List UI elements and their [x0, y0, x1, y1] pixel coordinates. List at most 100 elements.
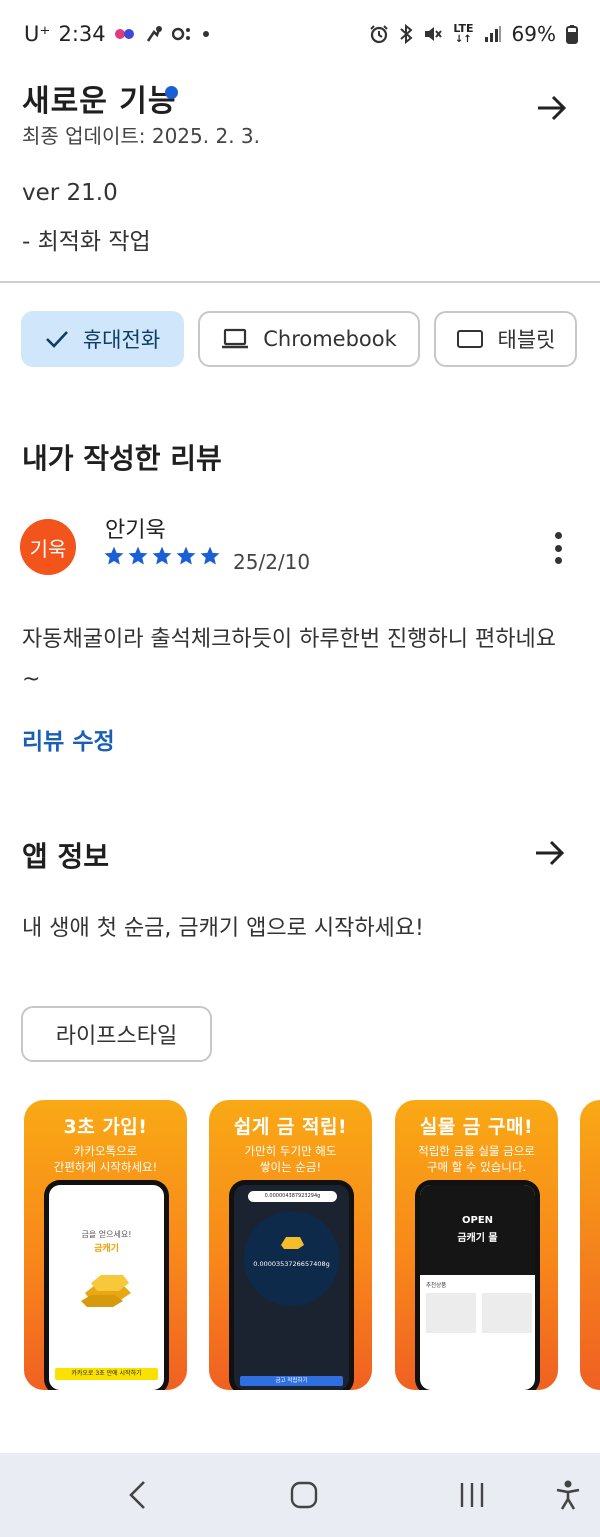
screenshot-sub-line: 카카오톡으로: [73, 1144, 138, 1158]
edit-review-link[interactable]: 리뷰 수정: [22, 722, 115, 756]
mining-circle: [244, 1211, 339, 1306]
status-left: U⁺ 2:34: [24, 22, 210, 46]
screenshot-sub-line: 구매 할 수 있습니다.: [426, 1160, 527, 1174]
screenshot-headline: 실물 금 구매!: [419, 1116, 534, 1138]
screen-text: 금을 얻으세요!: [81, 1230, 132, 1239]
more-dot: [554, 544, 562, 552]
more-dot: [554, 532, 562, 539]
review-date: 25/2/10: [233, 550, 311, 574]
star-rating: [103, 545, 221, 567]
laptop-icon: [222, 328, 249, 349]
star-icon: [104, 546, 124, 565]
battery-percent: 69%: [511, 22, 556, 46]
my-review-title: 내가 작성한 리뷰: [22, 442, 222, 475]
screenshot-2[interactable]: 쉽게 금 적립! 가만히 두기만 해도 쌓이는 순금! 0.0000043879…: [209, 1100, 372, 1390]
accessibility-button[interactable]: [546, 1473, 590, 1517]
category-chip[interactable]: 라이프스타일: [21, 1006, 212, 1062]
screen-amount: 0.0000353726657408g: [253, 1260, 330, 1268]
star-icon: [176, 546, 196, 565]
tablet-icon: [456, 330, 483, 348]
lte-label: LTE: [453, 22, 474, 35]
lte-icon: LTE ↓↑: [453, 22, 474, 45]
screenshot-subtitle: 적립한 금을 실물 금으로 구매 할 수 있습니다.: [395, 1143, 558, 1175]
screenshot-sub-line: 쌓이는 순금!: [259, 1160, 322, 1174]
arrow-right-icon: [536, 840, 565, 866]
media-icon: [114, 27, 136, 41]
review-text: 자동채굴이라 출석체크하듯이 하루한번 진행하니 편하네요~: [22, 627, 556, 692]
screenshot-headline: 3초 가입!: [63, 1116, 148, 1138]
whats-new-title: 새로운 기능: [22, 84, 177, 119]
tab-tablet[interactable]: 태블릿: [434, 311, 577, 367]
back-icon: [129, 1481, 145, 1509]
system-nav-bar: [0, 1453, 600, 1537]
version-text: ver 21.0: [22, 180, 118, 206]
screenshot-1[interactable]: 3초 가입! 카카오톡으로 간편하게 시작하세요! 금을 얻으세요! 금캐기 카…: [24, 1100, 187, 1390]
mute-icon: [423, 24, 443, 44]
status-bar: U⁺ 2:34 LTE ↓↑ 69%: [0, 0, 600, 72]
tab-phone-label: 휴대전화: [82, 328, 161, 352]
screenshot-4-peek[interactable]: [580, 1100, 600, 1390]
save-gold-button: 금고 적립하기: [240, 1376, 343, 1386]
clock: 2:34: [58, 22, 106, 46]
screenshot-3[interactable]: 실물 금 구매! 적립한 금을 실물 금으로 구매 할 수 있습니다. OPEN…: [395, 1100, 558, 1390]
app-info-arrow-button[interactable]: [530, 833, 570, 873]
kakao-start-button: 카카오로 3초 만에 시작하기: [55, 1368, 158, 1380]
gold-bars-icon: [81, 1275, 131, 1307]
product-thumb: [426, 1293, 476, 1333]
phone-mockup: 금을 얻으세요! 금캐기 카카오로 3초 만에 시작하기: [44, 1180, 169, 1390]
screenshot-sub-line: 적립한 금을 실물 금으로: [418, 1144, 535, 1158]
recommended-label: 추천상품: [426, 1283, 447, 1289]
tab-chromebook[interactable]: Chromebook: [198, 311, 420, 367]
screenshot-subtitle: 카카오톡으로 간편하게 시작하세요!: [24, 1143, 187, 1175]
banner-mall-name: 금캐기 몰: [457, 1233, 498, 1244]
screen-brand: 금캐기: [94, 1244, 119, 1254]
star-icon: [128, 546, 148, 565]
back-button[interactable]: [115, 1473, 159, 1517]
phone-screen: 0.000004387923294g 0.0000353726657408g 금…: [234, 1185, 349, 1390]
avatar-initials: 기욱: [29, 536, 67, 561]
dots-notification-icon: [171, 26, 194, 42]
category-label: 라이프스타일: [55, 1024, 178, 1049]
whats-new-arrow-button[interactable]: [532, 88, 572, 128]
gold-bar-icon: [281, 1237, 304, 1249]
signal-icon: [484, 25, 502, 43]
alarm-icon: [369, 24, 389, 44]
more-dot: [554, 557, 562, 564]
status-right: LTE ↓↑ 69%: [369, 22, 578, 46]
recents-button[interactable]: [450, 1473, 494, 1517]
arrow-right-icon: [538, 95, 567, 121]
tab-chromebook-label: Chromebook: [263, 327, 397, 351]
home-button[interactable]: [282, 1473, 326, 1517]
phone-screen: 금을 얻으세요! 금캐기 카카오로 3초 만에 시작하기: [49, 1185, 164, 1390]
reviewer-name: 안기욱: [105, 518, 166, 543]
review-more-button[interactable]: [546, 530, 570, 566]
carrier-label: U⁺: [24, 22, 51, 46]
app-description: 내 생애 첫 순금, 금캐기 앱으로 시작하세요!: [22, 916, 424, 941]
phone-mockup: OPEN 금캐기 몰 추천상품: [415, 1180, 540, 1390]
recents-icon: [460, 1483, 484, 1507]
phone-mockup: 0.000004387923294g 0.0000353726657408g 금…: [229, 1180, 354, 1390]
bluetooth-icon: [399, 24, 413, 44]
banner-open: OPEN: [461, 1215, 494, 1226]
changelog-text: - 최적화 작업: [22, 229, 151, 255]
whats-new-header[interactable]: 새로운 기능: [22, 76, 578, 119]
screenshot-headline: 쉽게 금 적립!: [233, 1116, 348, 1138]
tool-notification-icon: [144, 24, 164, 44]
star-icon: [200, 546, 220, 565]
home-icon: [290, 1481, 318, 1509]
battery-icon: [566, 24, 578, 44]
app-info-title: 앱 정보: [22, 840, 110, 873]
new-indicator-dot: [165, 86, 178, 99]
more-notifications-icon: [202, 30, 210, 38]
check-icon: [45, 331, 68, 348]
product-thumb: [482, 1293, 532, 1333]
phone-screen: OPEN 금캐기 몰 추천상품: [420, 1185, 535, 1390]
screenshot-sub-line: 간편하게 시작하세요!: [53, 1160, 158, 1174]
divider: [0, 281, 600, 283]
screen-counter: 0.000004387923294g: [248, 1191, 337, 1202]
screenshot-sub-line: 가만히 두기만 해도: [244, 1144, 337, 1158]
screenshot-subtitle: 가만히 두기만 해도 쌓이는 순금!: [209, 1143, 372, 1175]
tab-phone[interactable]: 휴대전화: [21, 311, 184, 367]
accessibility-icon: [556, 1480, 580, 1510]
tab-tablet-label: 태블릿: [497, 328, 556, 352]
